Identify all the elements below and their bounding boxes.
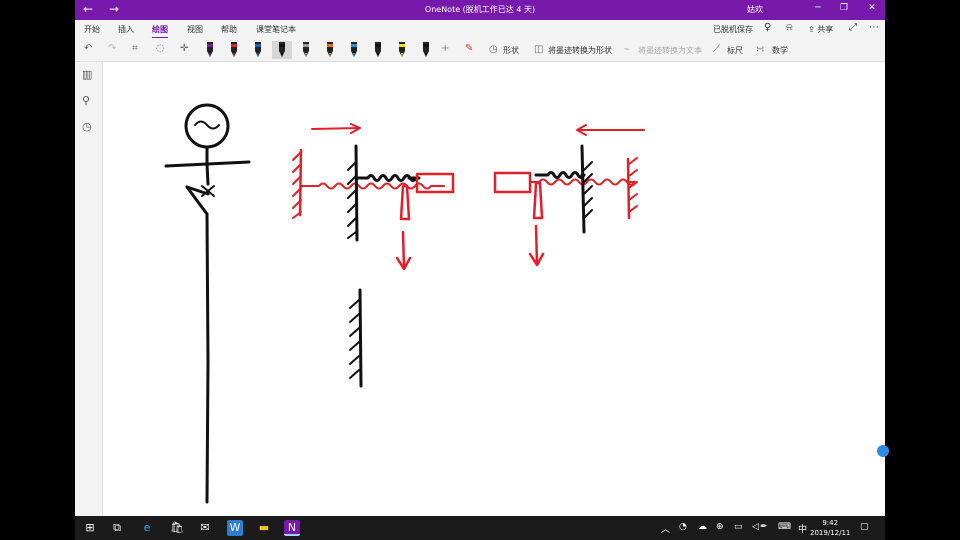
cloud-icon[interactable]: ☁ <box>698 522 707 532</box>
store-icon[interactable]: 🛍 <box>169 520 185 536</box>
tray-chevron-icon[interactable]: ︿ <box>661 522 670 535</box>
bell-icon[interactable]: ⍾ <box>786 22 793 33</box>
edge-icon[interactable]: e <box>139 520 155 536</box>
redo-icon[interactable]: ↷ <box>108 43 116 54</box>
volume-icon[interactable]: ◁ <box>752 522 759 532</box>
user-name[interactable]: 姑欢 <box>747 4 763 15</box>
tab-class-notebook[interactable]: 课堂笔记本 <box>256 24 296 35</box>
wall-drawing <box>349 288 363 388</box>
stick-figure-drawing <box>164 103 251 504</box>
math-button[interactable]: 数学 <box>772 45 788 56</box>
minimize-icon[interactable]: ─ <box>811 3 825 13</box>
clock-time: 9:42 <box>822 519 839 527</box>
tab-insert[interactable]: 插入 <box>118 24 134 35</box>
math-icon[interactable]: ∺ <box>756 44 764 55</box>
ink-to-shape-button[interactable]: 将墨迹转换为形状 <box>548 45 612 56</box>
ink-replay-icon[interactable]: ✎ <box>465 43 473 54</box>
pen-tool[interactable] <box>348 41 360 59</box>
more-options-icon[interactable]: ⋯ <box>869 22 879 33</box>
title-bar: ← → OneNote (脱机工作已达 4 天) 姑欢 ─ ❐ ✕ <box>75 0 885 20</box>
add-space-icon[interactable]: ✛ <box>180 43 188 54</box>
pen-tool[interactable] <box>204 41 216 59</box>
undo-icon[interactable]: ↶ <box>84 43 92 54</box>
draw-toolbar: ↶ ↷ ⌗ ◌ ✛ + ✎ ◷ 形状 ◫ 将墨迹转换为形状 ⌁ 将墨迹转换为文本… <box>75 38 885 62</box>
page-canvas[interactable] <box>104 62 885 516</box>
ribbon-tabs: 开始 插入 绘图 视图 帮助 课堂笔记本 已脱机保存 ♀ ⍾ ⇪ 共享 ⤢ ⋯ <box>75 20 885 39</box>
lasso-select-icon[interactable]: ⌗ <box>132 43 138 54</box>
ink-to-text-button[interactable]: 将墨迹转换为文本 <box>638 45 702 56</box>
ink-to-text-icon: ⌁ <box>624 44 631 55</box>
tab-home[interactable]: 开始 <box>84 24 100 35</box>
network-icon[interactable]: ⊕ <box>716 522 724 532</box>
start-icon[interactable]: ⊞ <box>82 520 98 536</box>
ruler-icon[interactable]: ⟋ <box>713 44 720 55</box>
share-button[interactable]: ⇪ 共享 <box>808 24 833 35</box>
ruler-button[interactable]: 标尺 <box>727 45 743 56</box>
pen-tool[interactable] <box>272 41 292 59</box>
window-title: OneNote (脱机工作已达 4 天) <box>424 5 536 14</box>
restore-icon[interactable]: ❐ <box>837 3 851 13</box>
windows-taskbar: ⊞ ⧉ e 🛍 ✉ W ▬ N ︿ ◔ ☁ ⊕ ▭ ◁ ✒ ⌨ 中 9:42 2… <box>75 516 885 540</box>
pen-tool[interactable] <box>396 41 408 59</box>
close-icon[interactable]: ✕ <box>865 3 879 13</box>
pen-tool[interactable] <box>372 41 384 59</box>
battery-icon[interactable]: ▭ <box>734 522 743 532</box>
pen-tool[interactable] <box>228 41 240 59</box>
right-spring-diagram <box>493 124 645 267</box>
file-explorer-icon[interactable]: ▬ <box>256 520 272 536</box>
clock[interactable]: 9:42 2019/12/11 <box>810 518 850 538</box>
word-icon[interactable]: W <box>227 520 243 536</box>
onenote-window: ← → OneNote (脱机工作已达 4 天) 姑欢 ─ ❐ ✕ 开始 插入 … <box>75 0 885 516</box>
ime-indicator[interactable]: 中 <box>798 522 807 535</box>
notifications-icon[interactable]: ▢ <box>860 522 869 532</box>
wechat-icon[interactable]: ◔ <box>679 522 687 532</box>
search-icon[interactable]: ⚲ <box>82 94 90 107</box>
pen-tool[interactable] <box>252 41 264 59</box>
expand-icon[interactable]: ⤢ <box>849 22 857 33</box>
navigation-sidebar: ▥ ⚲ ◷ <box>75 62 103 516</box>
lightbulb-icon[interactable]: ♀ <box>764 22 771 33</box>
task-view-icon[interactable]: ⧉ <box>109 520 125 536</box>
pen-tray-icon[interactable]: ✒ <box>760 522 768 532</box>
recent-icon[interactable]: ◷ <box>82 120 92 133</box>
sync-status: 已脱机保存 <box>713 25 753 34</box>
left-spring-diagram <box>292 123 455 271</box>
shapes-icon[interactable]: ◷ <box>489 44 498 55</box>
add-pen-icon[interactable]: + <box>441 43 449 54</box>
share-label: 共享 <box>817 25 834 34</box>
ink-to-shape-icon[interactable]: ◫ <box>534 44 543 55</box>
tab-draw[interactable]: 绘图 <box>152 24 168 39</box>
tab-help[interactable]: 帮助 <box>221 24 237 35</box>
pen-tool[interactable] <box>420 41 432 59</box>
shapes-button[interactable]: 形状 <box>503 45 519 56</box>
onenote-taskbar-icon[interactable]: N <box>284 520 300 536</box>
tab-view[interactable]: 视图 <box>187 24 203 35</box>
clock-date: 2019/12/11 <box>810 529 851 537</box>
keyboard-icon[interactable]: ⌨ <box>778 522 791 532</box>
pen-tool[interactable] <box>300 41 312 59</box>
lasso-icon[interactable]: ◌ <box>156 43 165 54</box>
notebooks-icon[interactable]: ▥ <box>82 68 92 81</box>
pen-tool[interactable] <box>324 41 336 59</box>
mail-icon[interactable]: ✉ <box>197 520 213 536</box>
scroll-indicator-dot[interactable] <box>877 445 889 457</box>
